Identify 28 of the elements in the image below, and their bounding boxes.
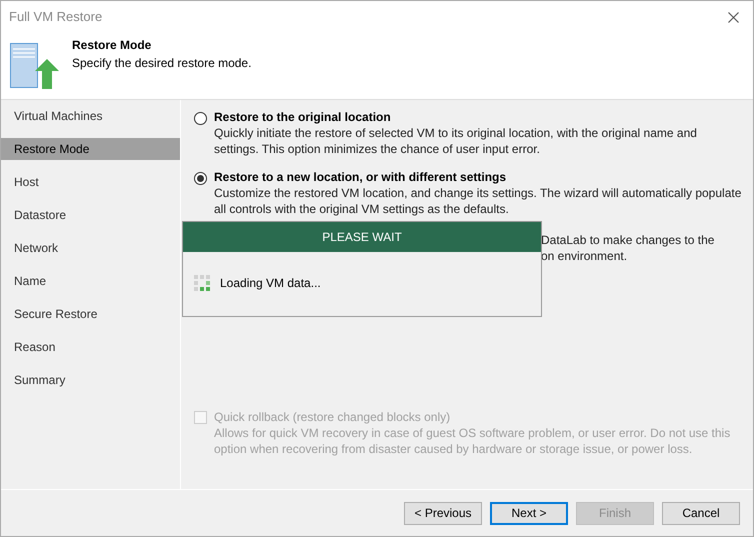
- sidebar-item[interactable]: Secure Restore: [1, 303, 180, 325]
- dialog-button[interactable]: Next >: [490, 502, 568, 524]
- option-description: Customize the restored VM location, and change its settings. The wizard will automatically populate all controls with the original VM settings as the defaults.: [214, 185, 742, 217]
- option-label[interactable]: Restore to the original location: [214, 109, 743, 125]
- spinner-icon: [194, 274, 211, 292]
- sidebar-item[interactable]: Network: [1, 237, 180, 259]
- sidebar-item[interactable]: Datastore: [1, 204, 180, 226]
- sidebar-item[interactable]: Virtual Machines: [1, 105, 180, 127]
- sidebar-item[interactable]: Summary: [1, 369, 180, 391]
- page-subtitle: Specify the desired restore mode.: [72, 55, 252, 72]
- server-restore-icon: [10, 43, 62, 91]
- loading-message: Loading VM data...: [220, 275, 321, 292]
- option-description: Quickly initiate the restore of selected VM to its original location, with the original name and settings. This option minimizes the chance of user input error.: [214, 125, 698, 157]
- radio-button[interactable]: [194, 112, 207, 125]
- dialog-button[interactable]: < Previous: [404, 502, 482, 524]
- sidebar-item[interactable]: Name: [1, 270, 180, 292]
- window-title: Full VM Restore: [9, 8, 102, 26]
- option-description: DataLab to make changes to the: [541, 232, 716, 248]
- radio-button[interactable]: [194, 172, 207, 185]
- option-description: Allows for quick VM recovery in case of guest OS software problem, or user error. Do not use this option when recovering from disaster caused by hardware or storage issue, or power loss.: [214, 425, 732, 457]
- dialog-button[interactable]: Cancel: [662, 502, 740, 524]
- sidebar-item[interactable]: Restore Mode: [1, 138, 180, 160]
- sidebar-item[interactable]: Reason: [1, 336, 180, 358]
- dialog-title: PLEASE WAIT: [322, 229, 402, 246]
- close-icon[interactable]: [728, 12, 739, 22]
- sidebar-item[interactable]: Host: [1, 171, 180, 193]
- page-title: Restore Mode: [72, 37, 152, 54]
- option-label[interactable]: Restore to a new location, or with different settings: [214, 169, 743, 185]
